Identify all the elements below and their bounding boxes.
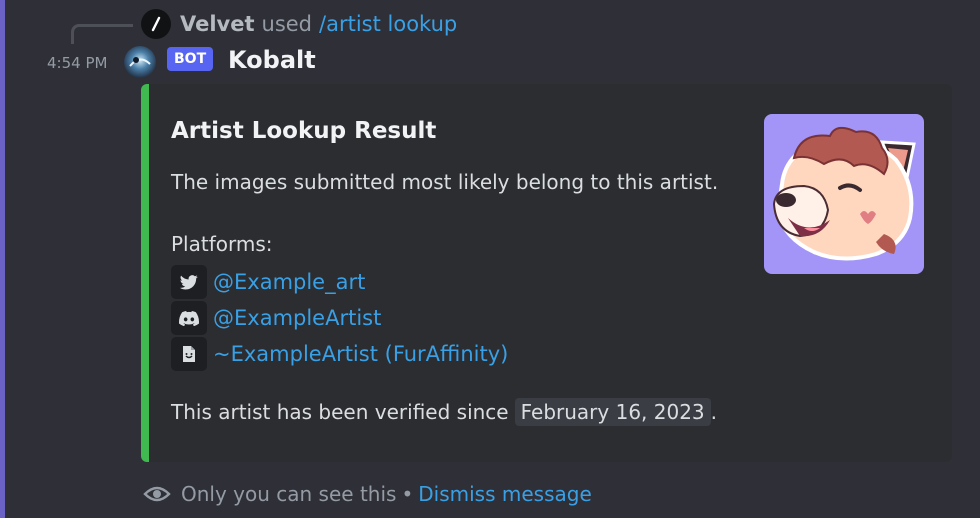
verified-date[interactable]: February 16, 2023 [514, 398, 711, 426]
slash-command-icon [141, 9, 171, 39]
embed-description: The images submitted most likely belong … [171, 170, 719, 194]
platform-row-furaffinity: ~ExampleArtist (FurAffinity) [171, 337, 508, 371]
verified-line: This artist has been verified since Febr… [171, 398, 717, 426]
twitter-icon [171, 265, 207, 299]
discord-link[interactable]: @ExampleArtist [213, 306, 381, 330]
reply-connector [71, 24, 133, 44]
bot-tag: BOT [167, 47, 214, 71]
bot-avatar[interactable] [124, 46, 156, 78]
command-used-text: used [261, 12, 313, 36]
message-timestamp[interactable]: 4:54 PM [47, 54, 107, 72]
artist-lookup-embed: Artist Lookup Result The images submitte… [141, 84, 952, 462]
verified-prefix: This artist has been verified since [171, 400, 509, 424]
discord-icon [171, 301, 207, 335]
footer-separator: • [401, 482, 414, 506]
message-highlight-bar [0, 0, 5, 518]
embed-title: Artist Lookup Result [171, 118, 437, 144]
command-user[interactable]: Velvet [180, 12, 255, 36]
verified-suffix: . [710, 400, 718, 424]
command-name-link[interactable]: /artist lookup [319, 12, 457, 36]
twitter-link[interactable]: @Example_art [213, 270, 365, 294]
ephemeral-footer: Only you can see this • Dismiss message [143, 481, 592, 507]
eye-icon [143, 485, 171, 503]
artist-thumbnail[interactable] [764, 114, 924, 274]
bot-username[interactable]: Kobalt [228, 46, 316, 74]
furaffinity-link[interactable]: ~ExampleArtist (FurAffinity) [213, 342, 508, 366]
platform-row-twitter: @Example_art [171, 265, 365, 299]
platform-row-discord: @ExampleArtist [171, 301, 381, 335]
furaffinity-icon [171, 337, 207, 371]
dismiss-message-link[interactable]: Dismiss message [418, 482, 592, 506]
ephemeral-notice: Only you can see this [181, 482, 397, 506]
command-invocation: Velvet used /artist lookup [180, 9, 457, 39]
platforms-label: Platforms: [171, 232, 273, 256]
